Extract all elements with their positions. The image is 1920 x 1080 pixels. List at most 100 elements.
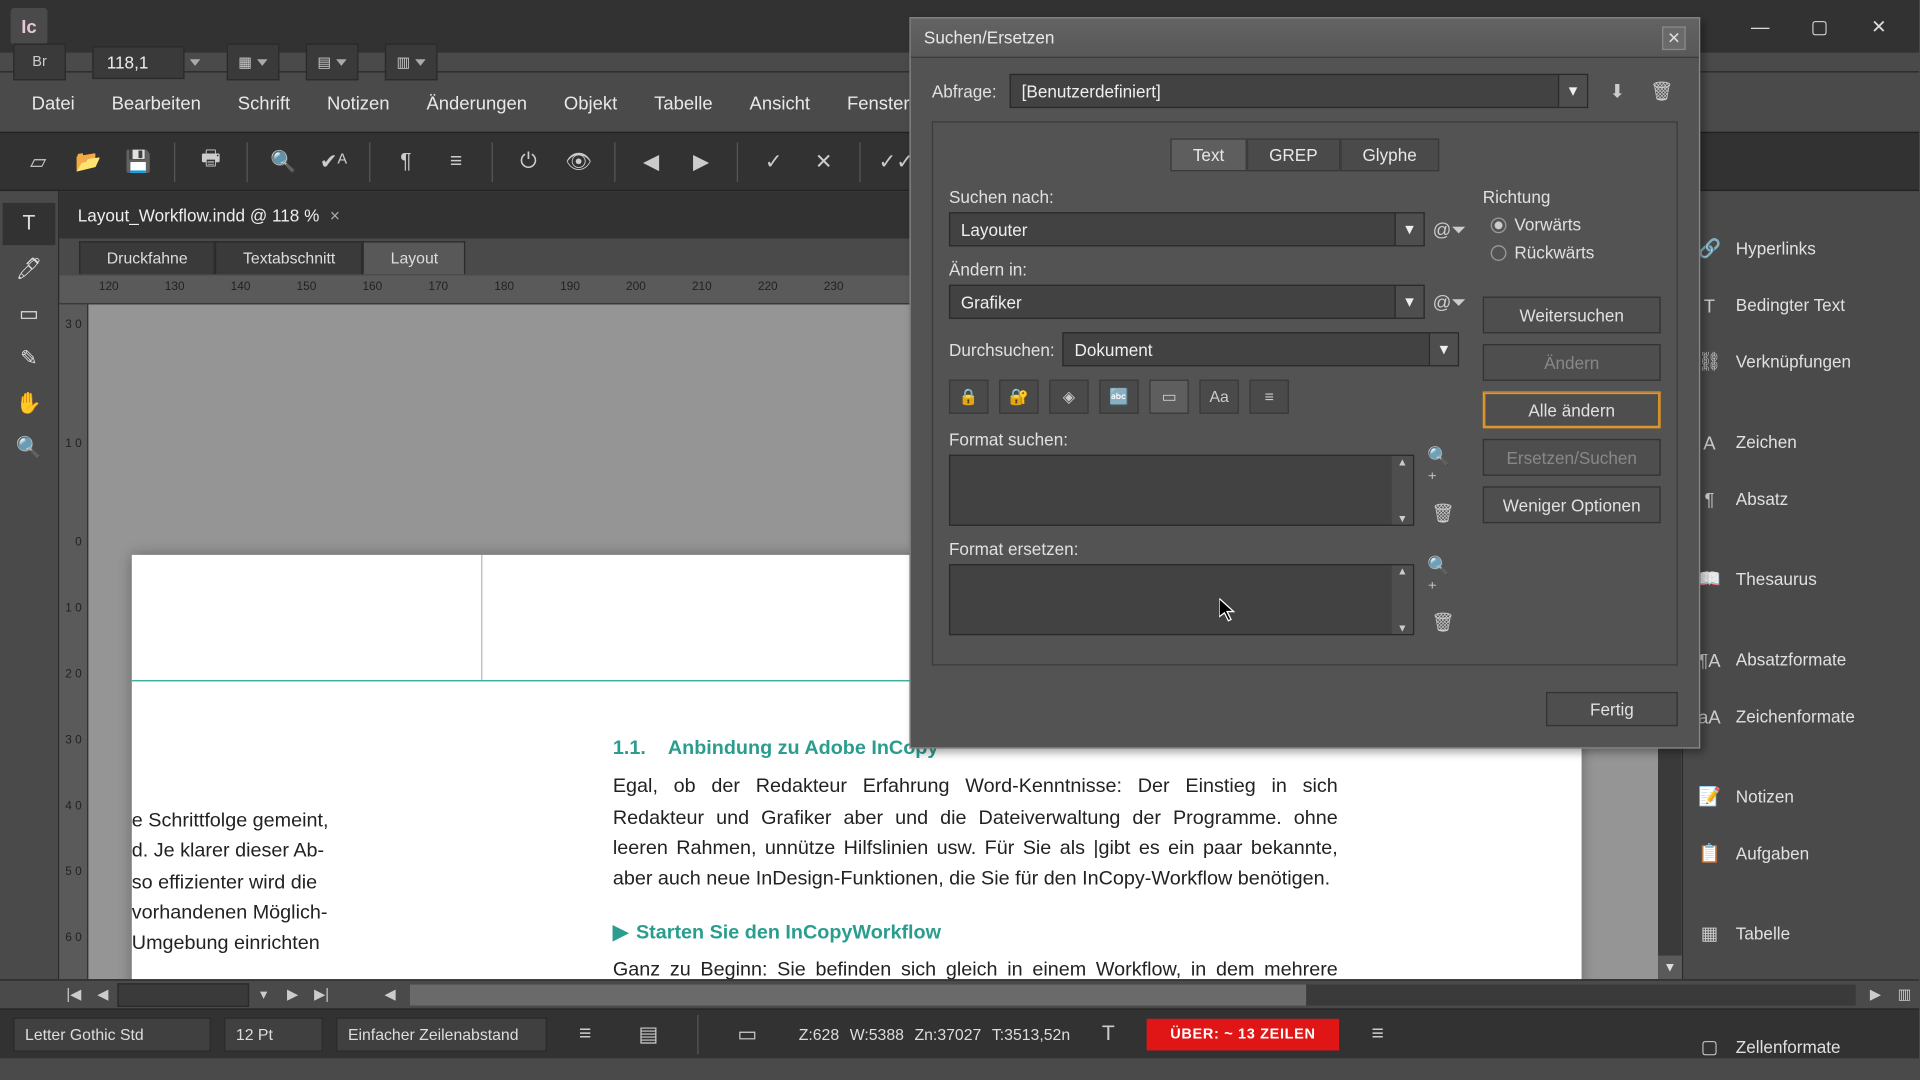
zoom-dropdown-arrow[interactable] xyxy=(190,59,201,66)
menu-ansicht[interactable]: Ansicht xyxy=(731,81,828,123)
menu-objekt[interactable]: Objekt xyxy=(545,81,635,123)
panel-character[interactable]: AZeichen xyxy=(1683,414,1919,471)
hscroll-right-icon[interactable]: ▶ xyxy=(1861,981,1890,1007)
scope-combo[interactable]: Dokument ▾ xyxy=(1063,332,1459,366)
font-family-field[interactable]: Letter Gothic Std xyxy=(13,1017,211,1051)
menu-aenderungen[interactable]: Änderungen xyxy=(408,81,545,123)
lines-icon[interactable]: ≡ xyxy=(431,136,481,186)
include-locked-stories-icon[interactable]: 🔐 xyxy=(999,380,1039,414)
align-1-icon[interactable]: ≡ xyxy=(560,1009,610,1059)
menu-icon[interactable]: ≡ xyxy=(1353,1009,1403,1059)
zoom-tool-icon[interactable]: 🔍 xyxy=(3,427,56,469)
mode-tab-druckfahne[interactable]: Druckfahne xyxy=(79,241,215,274)
search-icon[interactable]: 🔍 xyxy=(258,136,308,186)
query-combo[interactable]: [Benutzerdefiniert] ▾ xyxy=(1010,74,1588,108)
view-mode-2[interactable]: ▤ xyxy=(306,43,359,80)
include-locked-layers-icon[interactable]: 🔒 xyxy=(949,380,989,414)
first-page-icon[interactable]: |◀ xyxy=(59,981,88,1007)
mode-tab-textabschnitt[interactable]: Textabschnitt xyxy=(215,241,363,274)
minimize-button[interactable]: — xyxy=(1731,7,1790,47)
specify-find-format-icon[interactable]: 🔍⁺ xyxy=(1427,455,1459,481)
menu-notizen[interactable]: Notizen xyxy=(309,81,408,123)
format-replace-box[interactable]: ▲▼ xyxy=(949,564,1414,635)
menu-bearbeiten[interactable]: Bearbeiten xyxy=(93,81,219,123)
find-input[interactable]: Layouter ▾ xyxy=(949,212,1425,246)
note-tool-icon[interactable]: 🖊 xyxy=(3,248,56,290)
whole-word-icon[interactable]: ≡ xyxy=(1249,380,1289,414)
find-next-button[interactable]: Weitersuchen xyxy=(1483,297,1661,334)
panel-thesaurus[interactable]: 📖Thesaurus xyxy=(1683,551,1919,608)
hscroll-left-icon[interactable]: ◀ xyxy=(376,981,405,1007)
clear-find-format-icon[interactable]: 🗑 xyxy=(1427,500,1459,526)
done-button[interactable]: Fertig xyxy=(1546,692,1678,726)
format-find-box[interactable]: ▲▼ xyxy=(949,455,1414,526)
next-page-icon[interactable]: ▶ xyxy=(278,981,307,1007)
font-size-field[interactable]: 12 Pt xyxy=(224,1017,323,1051)
last-page-icon[interactable]: ▶| xyxy=(307,981,336,1007)
prev-page-icon[interactable]: ◀ xyxy=(88,981,117,1007)
chevron-down-icon[interactable]: ▾ xyxy=(1558,75,1587,107)
clear-replace-format-icon[interactable]: 🗑 xyxy=(1427,609,1459,635)
panel-table[interactable]: ▦Tabelle xyxy=(1683,905,1919,962)
change-all-button[interactable]: Alle ändern xyxy=(1483,391,1661,428)
pilcrow-icon[interactable]: ¶ xyxy=(381,136,431,186)
eye-icon[interactable]: 👁 xyxy=(554,136,604,186)
position-tool-icon[interactable]: ▭ xyxy=(3,293,56,335)
menu-tabelle[interactable]: Tabelle xyxy=(636,81,731,123)
reject-icon[interactable]: ✕ xyxy=(799,136,849,186)
include-hidden-layers-icon[interactable]: ◈ xyxy=(1049,380,1089,414)
delete-query-icon[interactable]: 🗑 xyxy=(1646,75,1678,107)
replace-input[interactable]: Grafiker ▾ xyxy=(949,285,1425,319)
menu-datei[interactable]: Datei xyxy=(13,81,93,123)
new-icon[interactable]: ▱ xyxy=(13,136,63,186)
specify-replace-format-icon[interactable]: 🔍⁺ xyxy=(1427,564,1459,590)
special-char-replace-icon[interactable]: @⏷ xyxy=(1433,291,1459,313)
chevron-down-icon[interactable]: ▾ xyxy=(1394,214,1423,246)
zoom-level[interactable]: 118,1 xyxy=(92,45,184,78)
close-window-button[interactable]: ✕ xyxy=(1849,7,1908,47)
tab-glyphe[interactable]: Glyphe xyxy=(1340,138,1439,171)
panel-paragraph-styles[interactable]: ¶AAbsatzformate xyxy=(1683,631,1919,688)
change-find-button[interactable]: Ersetzen/Suchen xyxy=(1483,439,1661,476)
panel-links[interactable]: ⛓Verknüpfungen xyxy=(1683,333,1919,390)
panel-paragraph[interactable]: ¶Absatz xyxy=(1683,471,1919,528)
panel-assignments[interactable]: 📋Aufgaben xyxy=(1683,825,1919,882)
stats-icon[interactable]: ▭ xyxy=(722,1009,772,1059)
print-icon[interactable]: 🖶 xyxy=(186,136,236,186)
menu-schrift[interactable]: Schrift xyxy=(219,81,308,123)
dialog-close-icon[interactable]: ✕ xyxy=(1662,26,1686,50)
maximize-button[interactable]: ▢ xyxy=(1790,7,1849,47)
prev-icon[interactable]: ◀ xyxy=(626,136,676,186)
hand-tool-icon[interactable]: ✋ xyxy=(3,382,56,424)
tab-grep[interactable]: GREP xyxy=(1247,138,1340,171)
change-button[interactable]: Ändern xyxy=(1483,344,1661,381)
panel-conditional-text[interactable]: TBedingter Text xyxy=(1683,277,1919,334)
type-tool-icon[interactable]: T xyxy=(3,203,56,245)
view-mode-3[interactable]: ▥ xyxy=(385,43,438,80)
save-icon[interactable]: 💾 xyxy=(113,136,163,186)
view-mode-1[interactable]: ▦ xyxy=(227,43,280,80)
open-icon[interactable]: 📂 xyxy=(63,136,113,186)
chevron-down-icon[interactable]: ▾ xyxy=(1394,286,1423,318)
spellcheck-icon[interactable]: ✔ᴬ xyxy=(308,136,358,186)
special-char-find-icon[interactable]: @⏷ xyxy=(1433,218,1459,240)
power-icon[interactable]: ⏻ xyxy=(503,136,553,186)
horizontal-scrollbar[interactable] xyxy=(410,984,1856,1005)
panel-hyperlinks[interactable]: 🔗Hyperlinks xyxy=(1683,220,1919,277)
tab-text[interactable]: Text xyxy=(1170,138,1246,171)
next-icon[interactable]: ▶ xyxy=(676,136,726,186)
page-dropdown-icon[interactable]: ▾ xyxy=(249,981,278,1007)
page-number-field[interactable] xyxy=(117,983,249,1007)
accept-icon[interactable]: ✓ xyxy=(749,136,799,186)
panel-character-styles[interactable]: aAZeichenformate xyxy=(1683,688,1919,745)
direction-backward-radio[interactable]: Rückwärts xyxy=(1483,243,1661,263)
include-footnotes-icon[interactable]: ▭ xyxy=(1149,380,1189,414)
scroll-down-icon[interactable]: ▼ xyxy=(1658,956,1682,980)
view-split-icon[interactable]: ▥ xyxy=(1890,981,1919,1007)
save-query-icon[interactable]: ⬇ xyxy=(1601,75,1633,107)
mode-tab-layout[interactable]: Layout xyxy=(363,241,466,274)
direction-forward-radio[interactable]: Vorwärts xyxy=(1483,215,1661,235)
case-sensitive-icon[interactable]: Aa xyxy=(1199,380,1239,414)
panel-cell-styles[interactable]: ▢Zellenformate xyxy=(1683,1019,1919,1076)
bridge-button[interactable]: Br xyxy=(13,43,66,80)
